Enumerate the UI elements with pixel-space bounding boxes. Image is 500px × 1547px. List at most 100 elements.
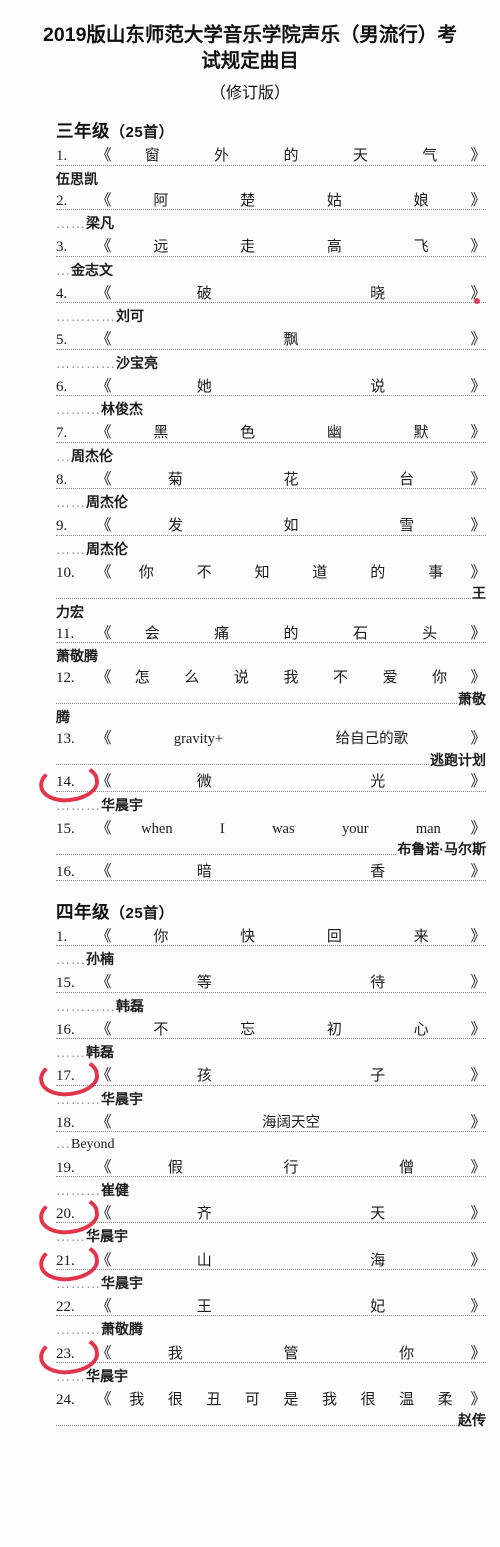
song-number: 6. bbox=[56, 378, 68, 395]
song-title-char: 柔 bbox=[437, 1391, 453, 1409]
song-entry: 24. 《我很丑可是我很温柔》赵传 bbox=[56, 1387, 486, 1430]
song-title-char: 我 bbox=[129, 1391, 145, 1409]
artist-name: ……华晨宇 bbox=[56, 1367, 486, 1387]
song-entry: 15. 《等待》 …………韩磊 bbox=[56, 970, 486, 1016]
dotted-leader bbox=[56, 164, 486, 166]
song-entry: 19. 《假行僧》 ………崔健 bbox=[56, 1155, 486, 1201]
song-number: 18. bbox=[56, 1114, 75, 1131]
song-number: 15. bbox=[56, 820, 75, 837]
song-number: 8. bbox=[56, 471, 68, 488]
artist-name-text: 韩磊 bbox=[116, 997, 144, 1014]
dotted-leader bbox=[56, 853, 397, 855]
document-page: 2019版山东师范大学音乐学院声乐（男流行）考试规定曲目 （修订版） 三年级（2… bbox=[0, 0, 500, 1547]
artist-name: ………林俊杰 bbox=[56, 400, 486, 420]
song-title: 怎么说我不爱你 bbox=[112, 666, 471, 690]
artist-name-text: 腾 bbox=[56, 709, 70, 726]
red-ink-dot bbox=[474, 298, 480, 304]
artist-name: ……韩磊 bbox=[56, 1043, 486, 1063]
song-number: 5. bbox=[56, 332, 68, 349]
artist-name-text: 刘可 bbox=[116, 308, 144, 325]
dotted-leader bbox=[56, 534, 486, 536]
song-number: 1. bbox=[56, 148, 68, 165]
grade-heading: 三年级（25首） bbox=[56, 121, 175, 142]
dotted-leader bbox=[56, 1315, 486, 1317]
song-list: 三年级（25首） 1. 《窗外的天气》伍思凯 2. 《阿楚姑娘》 ……梁凡 3. 《远走高飞》… bbox=[0, 118, 500, 1429]
artist-name-text: 周杰伦 bbox=[71, 447, 113, 464]
grade-song-count: （25首） bbox=[110, 124, 175, 142]
song-number: 12. bbox=[56, 670, 75, 687]
artist-name-tail: 逃跑计划 bbox=[430, 751, 486, 768]
artist-leading-dots: …… bbox=[56, 217, 86, 233]
artist-name: ……梁凡 bbox=[56, 214, 486, 234]
song-number: 3. bbox=[56, 239, 68, 256]
song-title-row: 24. 《我很丑可是我很温柔》 bbox=[56, 1387, 486, 1412]
dotted-leader bbox=[56, 1131, 486, 1133]
dotted-leader bbox=[56, 1361, 486, 1363]
song-number: 14. bbox=[56, 774, 75, 791]
dotted-leader bbox=[56, 395, 486, 397]
dotted-leader bbox=[56, 790, 486, 792]
song-title: gravity+ 给自己的歌 bbox=[112, 728, 471, 751]
song-title-char: man bbox=[415, 820, 441, 837]
song-entry: 3. 《远走高飞》 …金志文 bbox=[56, 234, 486, 280]
bracket-close-icon: 》 bbox=[470, 563, 486, 581]
artist-name: …………刘可 bbox=[56, 307, 486, 327]
song-title-char: 爱 bbox=[382, 669, 398, 687]
dotted-leader bbox=[56, 1268, 486, 1270]
artist-leader-row: 王 bbox=[56, 585, 486, 603]
song-entry: 14. 《微光》 ………华晨宇 bbox=[56, 769, 486, 815]
song-entry: 23. 《我管你》 ……华晨宇 bbox=[56, 1341, 486, 1387]
song-title-char: 不 bbox=[333, 669, 349, 687]
song-entry: 11. 《会痛的石头》萧敬腾 bbox=[56, 621, 486, 665]
artist-name: ……周杰伦 bbox=[56, 540, 486, 560]
bracket-close-icon: 》 bbox=[470, 669, 486, 687]
artist-name: ………华晨宇 bbox=[56, 1090, 486, 1110]
artist-name-text: 韩磊 bbox=[86, 1044, 114, 1061]
bracket-open-icon: 《 bbox=[96, 1391, 112, 1409]
artist-leader-row: 赵传 bbox=[56, 1412, 486, 1430]
artist-name: …周杰伦 bbox=[56, 447, 486, 467]
artist-leading-dots: ………… bbox=[56, 999, 116, 1015]
song-title: when Iwas your man bbox=[112, 818, 471, 841]
song-title-row: 13. 《 gravity+ 给自己的歌 》 bbox=[56, 726, 486, 751]
bracket-close-icon: 》 bbox=[470, 730, 486, 748]
dotted-leader bbox=[56, 1175, 486, 1177]
song-number: 13. bbox=[56, 731, 75, 748]
song-title-char: 是 bbox=[283, 1391, 299, 1409]
artist-name: ……华晨宇 bbox=[56, 1227, 486, 1247]
song-number: 19. bbox=[56, 1159, 75, 1176]
song-entry: 10. 《 你 不 知 道 的 事 》王力宏 bbox=[56, 560, 486, 621]
bracket-open-icon: 《 bbox=[96, 730, 112, 748]
song-entry: 20. 《齐天》 ……华晨宇 bbox=[56, 1201, 486, 1247]
song-entry: 1. 《窗外的天气》伍思凯 bbox=[56, 143, 486, 187]
song-title-char: 给自己的歌 bbox=[335, 731, 409, 748]
song-title-char: your bbox=[341, 820, 369, 837]
artist-name: ………华晨宇 bbox=[56, 1274, 486, 1294]
song-title-char: 你 bbox=[432, 669, 448, 687]
artist-name-text: 周杰伦 bbox=[86, 494, 128, 511]
song-title: 我很丑可是我很温柔 bbox=[112, 1388, 471, 1412]
artist-leading-dots: ……… bbox=[56, 798, 101, 814]
artist-name-text: Beyond bbox=[71, 1137, 115, 1153]
grade-song-count: （25首） bbox=[110, 904, 175, 922]
artist-name: …Beyond bbox=[56, 1136, 486, 1154]
song-number: 9. bbox=[56, 518, 68, 535]
dotted-leader bbox=[56, 348, 486, 350]
artist-name-text: 力宏 bbox=[56, 603, 84, 620]
bracket-open-icon: 《 bbox=[96, 563, 112, 581]
dotted-leader bbox=[56, 764, 429, 766]
song-entry: 5. 《飘》 …………沙宝亮 bbox=[56, 327, 486, 373]
song-entry: 6. 《她说》 ………林俊杰 bbox=[56, 374, 486, 420]
song-number: 16. bbox=[56, 1021, 75, 1038]
dotted-leader bbox=[56, 991, 486, 993]
page-title: 2019版山东师范大学音乐学院声乐（男流行）考试规定曲目 bbox=[43, 24, 457, 73]
artist-name: ……周杰伦 bbox=[56, 493, 486, 513]
song-entry: 16. 《暗香》 bbox=[56, 859, 486, 885]
song-title-char: 可 bbox=[244, 1391, 260, 1409]
artist-name: …金志文 bbox=[56, 261, 486, 281]
artist-leading-dots: ………… bbox=[56, 356, 116, 372]
bracket-open-icon: 《 bbox=[96, 669, 112, 687]
song-title: 你不知道的事 bbox=[112, 561, 471, 585]
song-number: 15. bbox=[56, 975, 75, 992]
song-title-char: 温 bbox=[399, 1391, 415, 1409]
